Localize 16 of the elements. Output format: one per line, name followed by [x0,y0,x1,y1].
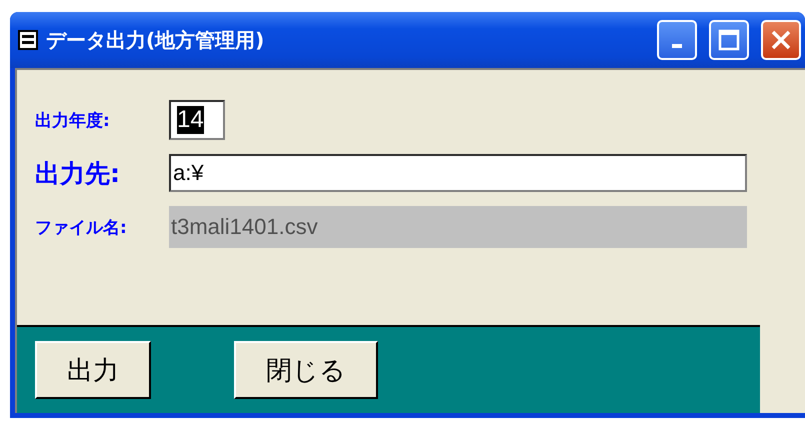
footer-button[interactable]: 出力 [35,341,151,399]
footer-button[interactable]: 閉じる [234,341,378,399]
field-label: 出力先: [35,158,121,190]
close-button[interactable] [761,20,801,60]
close-icon [770,29,792,51]
maximize-icon [718,29,740,51]
minimize-button[interactable] [657,20,697,60]
field-label: ファイル名: [35,216,128,238]
field-label: 出力年度: [35,110,111,132]
year-field[interactable]: 14 [169,100,225,140]
filename-field[interactable]: t3mali1401.csv [169,206,747,248]
window-title: データ出力(地方管理用) [46,26,266,54]
maximize-button[interactable] [709,20,749,60]
input-field[interactable]: a:¥ [169,154,747,192]
minimize-icon [672,44,682,48]
form-icon [18,30,38,50]
